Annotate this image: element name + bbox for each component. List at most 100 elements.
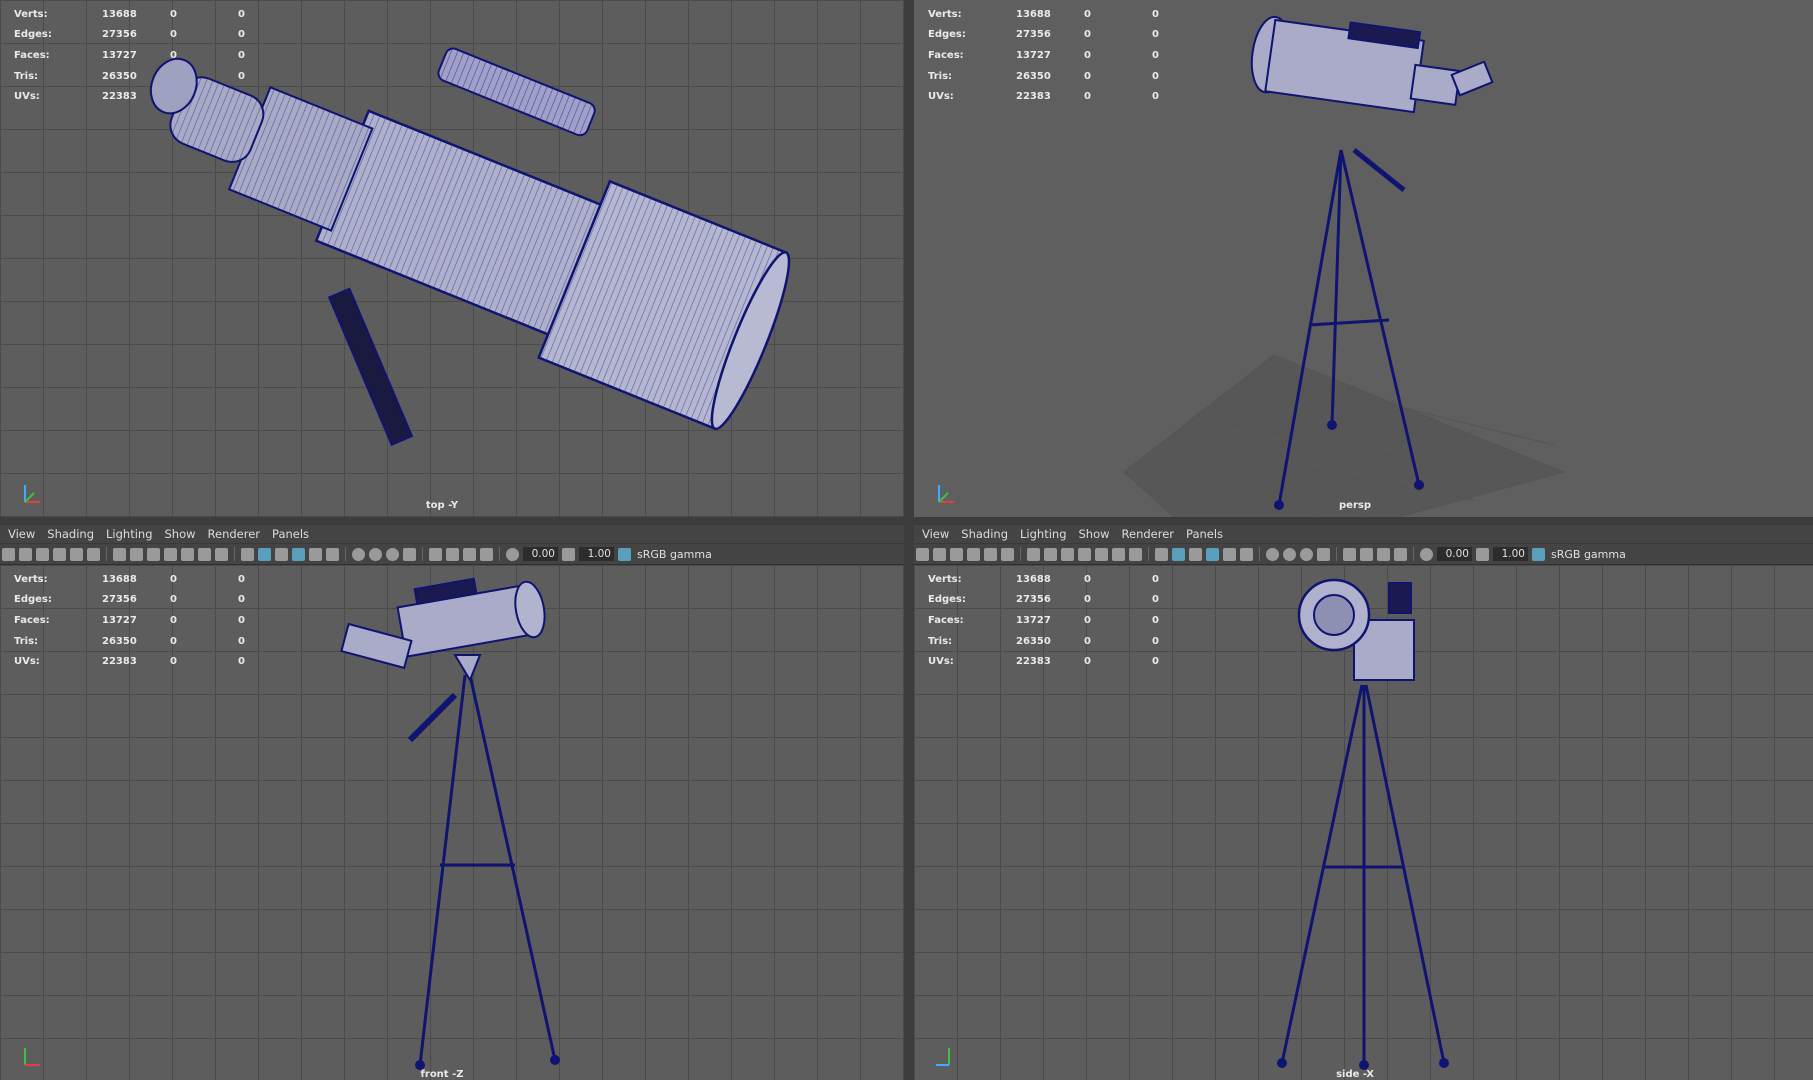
toolbar-divider	[499, 547, 500, 561]
smooth-shade-icon[interactable]	[1172, 547, 1185, 561]
xray-joints-icon[interactable]	[1377, 547, 1390, 561]
shadows-icon[interactable]	[1266, 547, 1279, 561]
xray-joints-icon[interactable]	[463, 547, 476, 561]
bookmark-icon[interactable]	[950, 547, 963, 561]
film-gate-icon[interactable]	[1044, 547, 1057, 561]
camera-icon[interactable]	[2, 547, 15, 561]
ambient-occlusion-icon[interactable]	[369, 547, 382, 561]
safe-action-icon[interactable]	[198, 547, 211, 561]
safe-title-icon[interactable]	[1129, 547, 1142, 561]
textured-icon[interactable]	[309, 547, 322, 561]
textured-icon[interactable]	[1223, 547, 1236, 561]
camera-label: top -Y	[425, 500, 459, 511]
toolbar-divider	[106, 547, 107, 561]
panel-toolbar-front: 0.00 1.00 sRGB gamma	[0, 544, 904, 565]
exposure-field[interactable]: 0.00	[1437, 547, 1472, 561]
2d-pan-zoom-icon[interactable]	[984, 547, 997, 561]
toolbar-divider	[1020, 547, 1021, 561]
colorspace-label[interactable]: sRGB gamma	[1551, 548, 1626, 561]
resolution-gate-icon[interactable]	[147, 547, 160, 561]
resolution-gate-icon[interactable]	[1061, 547, 1074, 561]
anti-alias-icon[interactable]	[403, 547, 416, 561]
gamma-icon	[1476, 547, 1489, 561]
menu-renderer[interactable]: Renderer	[1122, 527, 1175, 541]
camera-label: front -Z	[420, 1069, 464, 1080]
gamma-field[interactable]: 1.00	[1493, 547, 1528, 561]
default-material-icon[interactable]	[1189, 547, 1202, 561]
camera-attr-icon[interactable]	[19, 547, 32, 561]
field-chart-icon[interactable]	[181, 547, 194, 561]
axis-gizmo-icon	[24, 485, 40, 503]
2d-pan-zoom-icon[interactable]	[70, 547, 83, 561]
menu-show[interactable]: Show	[1079, 527, 1110, 541]
gate-mask-icon[interactable]	[1078, 547, 1091, 561]
film-gate-icon[interactable]	[130, 547, 143, 561]
panel-menubar-side: View Shading Lighting Show Renderer Pane…	[914, 525, 1813, 543]
xray-components-icon[interactable]	[1394, 547, 1407, 561]
wireframe-on-shaded-icon[interactable]	[1206, 547, 1219, 561]
exposure-field[interactable]: 0.00	[523, 547, 558, 561]
smooth-shade-icon[interactable]	[258, 547, 271, 561]
telescope-wireframe-front[interactable]	[0, 565, 904, 1080]
menu-view[interactable]: View	[922, 527, 949, 541]
gamma-field[interactable]: 1.00	[579, 547, 614, 561]
telescope-wireframe-persp[interactable]	[914, 0, 1813, 517]
xray-components-icon[interactable]	[480, 547, 493, 561]
default-material-icon[interactable]	[275, 547, 288, 561]
isolate-select-icon[interactable]	[429, 547, 442, 561]
lights-icon[interactable]	[1240, 547, 1253, 561]
grease-pencil-icon[interactable]	[1001, 547, 1014, 561]
colorspace-label[interactable]: sRGB gamma	[637, 548, 712, 561]
xray-icon[interactable]	[446, 547, 459, 561]
anti-alias-icon[interactable]	[1317, 547, 1330, 561]
gate-mask-icon[interactable]	[164, 547, 177, 561]
telescope-wireframe-top[interactable]	[0, 0, 904, 517]
camera-icon[interactable]	[916, 547, 929, 561]
shadows-icon[interactable]	[352, 547, 365, 561]
menu-shading[interactable]: Shading	[47, 527, 94, 541]
safe-action-icon[interactable]	[1112, 547, 1125, 561]
viewport-splitter-horizontal[interactable]	[0, 517, 1813, 523]
panel-menubar-front: View Shading Lighting Show Renderer Pane…	[0, 525, 904, 543]
lights-icon[interactable]	[326, 547, 339, 561]
viewport-top[interactable]: Verts: 13688 0 0 Edges: 27356 0 0 Faces: 13727 0…	[0, 0, 904, 517]
toolbar-divider	[1413, 547, 1414, 561]
grease-pencil-icon[interactable]	[87, 547, 100, 561]
ambient-occlusion-icon[interactable]	[1283, 547, 1296, 561]
menu-lighting[interactable]: Lighting	[1020, 527, 1066, 541]
viewport-persp[interactable]: Verts: 13688 0 0 Edges: 27356 0 0 Faces: 13727 0…	[914, 0, 1813, 517]
safe-title-icon[interactable]	[215, 547, 228, 561]
image-plane-icon[interactable]	[967, 547, 980, 561]
menu-panels[interactable]: Panels	[1186, 527, 1223, 541]
menu-renderer[interactable]: Renderer	[208, 527, 261, 541]
menu-shading[interactable]: Shading	[961, 527, 1008, 541]
color-management-icon[interactable]	[618, 547, 631, 561]
grid-icon[interactable]	[1027, 547, 1040, 561]
wireframe-on-shaded-icon[interactable]	[292, 547, 305, 561]
camera-attr-icon[interactable]	[933, 547, 946, 561]
wireframe-icon[interactable]	[241, 547, 254, 561]
isolate-select-icon[interactable]	[1343, 547, 1356, 561]
bookmark-icon[interactable]	[36, 547, 49, 561]
motion-blur-icon[interactable]	[386, 547, 399, 561]
telescope-wireframe-side[interactable]	[914, 565, 1813, 1080]
menu-view[interactable]: View	[8, 527, 35, 541]
image-plane-icon[interactable]	[53, 547, 66, 561]
axis-gizmo-icon	[24, 1048, 40, 1066]
menu-panels[interactable]: Panels	[272, 527, 309, 541]
camera-label: persp	[1339, 500, 1371, 511]
xray-icon[interactable]	[1360, 547, 1373, 561]
menu-show[interactable]: Show	[165, 527, 196, 541]
color-management-icon[interactable]	[1532, 547, 1545, 561]
field-chart-icon[interactable]	[1095, 547, 1108, 561]
camera-label: side -X	[1336, 1069, 1374, 1080]
grid-icon[interactable]	[113, 547, 126, 561]
viewport-front[interactable]: Verts: 13688 0 0 Edges: 27356 0 0 Faces: 13727 0…	[0, 565, 904, 1080]
viewport-splitter-vertical[interactable]	[904, 0, 914, 1080]
motion-blur-icon[interactable]	[1300, 547, 1313, 561]
viewport-side[interactable]: Verts: 13688 0 0 Edges: 27356 0 0 Faces: 13727 0…	[914, 565, 1813, 1080]
exposure-icon	[1420, 547, 1433, 561]
wireframe-icon[interactable]	[1155, 547, 1168, 561]
menu-lighting[interactable]: Lighting	[106, 527, 152, 541]
toolbar-divider	[1336, 547, 1337, 561]
